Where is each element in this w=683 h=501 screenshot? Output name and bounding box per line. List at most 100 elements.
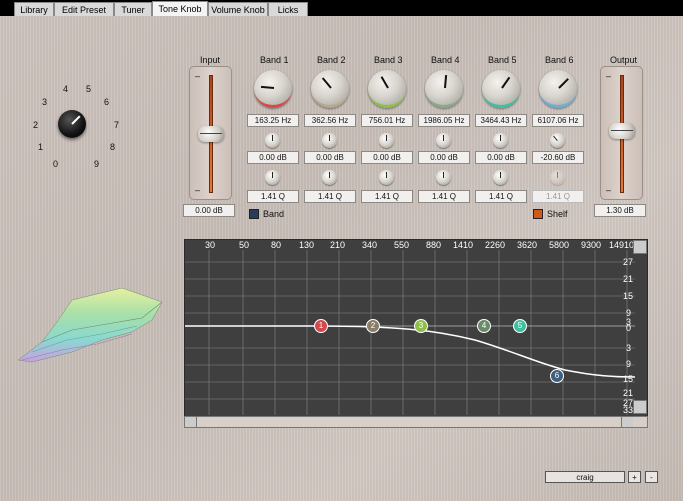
eq-x-tick-8: 1410 xyxy=(453,240,474,250)
band-4-q-knob[interactable] xyxy=(436,170,451,185)
eq-y-tick-5: 0 xyxy=(626,323,632,333)
band-6-label: Band 6 xyxy=(545,55,574,65)
tab-tuner[interactable]: Tuner xyxy=(114,2,152,16)
band-6-freq-knob[interactable] xyxy=(539,70,577,108)
output-fader-thumb[interactable] xyxy=(609,123,635,139)
band-2-q-field[interactable]: 1.41 Q xyxy=(304,190,356,203)
eq-node-2[interactable]: 2 xyxy=(366,319,380,333)
band-1-q-field[interactable]: 1.41 Q xyxy=(247,190,299,203)
input-fader-thumb[interactable] xyxy=(198,126,224,142)
band-6-freq-field[interactable]: 6107.06 Hz xyxy=(532,114,584,127)
band-2-gain-knob[interactable] xyxy=(322,133,337,148)
band-5-gain-field[interactable]: 0.00 dB xyxy=(475,151,527,164)
tone-scale-6: 6 xyxy=(104,97,110,107)
eq-y-tick-7: 9 xyxy=(626,359,632,369)
eq-x-tick-9: 2260 xyxy=(485,240,506,250)
eq-graph-canvas xyxy=(185,250,636,415)
band-2-gain-field[interactable]: 0.00 dB xyxy=(304,151,356,164)
band-5-gain-knob[interactable] xyxy=(493,133,508,148)
tone-knob[interactable] xyxy=(58,110,86,138)
tone-scale-1: 1 xyxy=(38,142,44,152)
eq-horizontal-grid xyxy=(185,261,635,400)
band-2-label: Band 2 xyxy=(317,55,346,65)
eq-hscroll-bar[interactable] xyxy=(184,416,648,428)
preset-add-button[interactable]: + xyxy=(628,471,641,483)
eq-y-tick-11: 33 xyxy=(623,405,634,415)
band-2-q-knob[interactable] xyxy=(322,170,337,185)
band-5-label: Band 5 xyxy=(488,55,517,65)
band-1-freq-field[interactable]: 163.25 Hz xyxy=(247,114,299,127)
band-3-gain-field[interactable]: 0.00 dB xyxy=(361,151,413,164)
eq-node-5[interactable]: 5 xyxy=(513,319,527,333)
band-6-gain-knob[interactable] xyxy=(550,133,565,148)
band-3-q-knob[interactable] xyxy=(379,170,394,185)
eq-x-tick-4: 210 xyxy=(330,240,346,250)
eq-node-3[interactable]: 3 xyxy=(414,319,428,333)
band-4-gain-field[interactable]: 0.00 dB xyxy=(418,151,470,164)
eq-y-tick-0: 27 xyxy=(623,257,634,267)
eq-response-curve xyxy=(185,325,636,378)
band-2-freq-field[interactable]: 362.56 Hz xyxy=(304,114,356,127)
tab-bar: Library Edit Preset Tuner Tone Knob Volu… xyxy=(0,0,683,16)
eq-x-tick-13: 14910 xyxy=(609,240,635,250)
eq-hscroll-left[interactable] xyxy=(185,417,197,427)
band-5-freq-field[interactable]: 3464.43 Hz xyxy=(475,114,527,127)
tone-scale-0: 0 xyxy=(53,159,59,169)
tone-scale-8: 8 xyxy=(110,142,116,152)
tab-library[interactable]: Library xyxy=(14,2,54,16)
tab-tone-knob[interactable]: Tone Knob xyxy=(152,1,208,16)
eq-x-tick-11: 5800 xyxy=(549,240,570,250)
band-5-q-field[interactable]: 1.41 Q xyxy=(475,190,527,203)
band-3-gain-knob[interactable] xyxy=(379,133,394,148)
eq-graph[interactable]: 30 50 80 130 210 340 550 880 1410 2260 3… xyxy=(184,239,648,428)
eq-x-tick-2: 80 xyxy=(271,240,282,250)
eq-x-tick-7: 880 xyxy=(426,240,442,250)
tab-edit-preset[interactable]: Edit Preset xyxy=(54,2,114,16)
eq-y-tick-9: 21 xyxy=(623,388,634,398)
tone-scale-4: 4 xyxy=(63,84,69,94)
band-4-freq-knob[interactable] xyxy=(425,70,463,108)
band-6-gain-field[interactable]: -20.60 dB xyxy=(532,151,584,164)
band-1-q-knob[interactable] xyxy=(265,170,280,185)
band-1-gain-field[interactable]: 0.00 dB xyxy=(247,151,299,164)
eq-vscroll-up[interactable] xyxy=(633,240,647,254)
band-1-gain-knob[interactable] xyxy=(265,133,280,148)
shelf-checkbox[interactable] xyxy=(533,209,543,219)
band-5-q-knob[interactable] xyxy=(493,170,508,185)
input-gain-field[interactable]: 0.00 dB xyxy=(183,204,235,217)
eq-y-tick-1: 21 xyxy=(623,274,634,284)
eq-node-6[interactable]: 6 xyxy=(550,369,564,383)
band-3-freq-field[interactable]: 756.01 Hz xyxy=(361,114,413,127)
tab-licks[interactable]: Licks xyxy=(268,2,308,16)
band-3-freq-knob[interactable] xyxy=(368,70,406,108)
tone-scale-9: 9 xyxy=(94,159,100,169)
tone-scale-7: 7 xyxy=(114,120,120,130)
band-1-label: Band 1 xyxy=(260,55,289,65)
tab-volume-knob[interactable]: Volume Knob xyxy=(208,2,268,16)
preset-remove-button[interactable]: - xyxy=(645,471,658,483)
input-fader-max-mark: – xyxy=(195,71,201,81)
band-4-freq-field[interactable]: 1986.05 Hz xyxy=(418,114,470,127)
eq-x-tick-3: 130 xyxy=(299,240,315,250)
eq-x-tick-12: 9300 xyxy=(581,240,602,250)
band-checkbox[interactable] xyxy=(249,209,259,219)
eq-node-4[interactable]: 4 xyxy=(477,319,491,333)
band-2-freq-knob[interactable] xyxy=(311,70,349,108)
eq-vscroll-down[interactable] xyxy=(633,400,647,414)
band-6-q-field: 1.41 Q xyxy=(532,190,584,203)
band-1-freq-knob[interactable] xyxy=(254,70,292,108)
band-5-freq-knob[interactable] xyxy=(482,70,520,108)
eq-x-tick-6: 550 xyxy=(394,240,410,250)
band-3-q-field[interactable]: 1.41 Q xyxy=(361,190,413,203)
tone-scale-3: 3 xyxy=(42,97,48,107)
eq-hscroll-right[interactable] xyxy=(621,417,633,427)
output-fader-max-mark: – xyxy=(606,71,612,81)
output-gain-field[interactable]: 1.30 dB xyxy=(594,204,646,217)
eq-node-1[interactable]: 1 xyxy=(314,319,328,333)
band-4-q-field[interactable]: 1.41 Q xyxy=(418,190,470,203)
eq-y-tick-6: 3 xyxy=(626,343,632,353)
band-4-gain-knob[interactable] xyxy=(436,133,451,148)
preset-selector[interactable]: craig xyxy=(545,471,625,483)
tone-knob-pointer xyxy=(71,115,81,125)
eq-x-tick-0: 30 xyxy=(205,240,216,250)
